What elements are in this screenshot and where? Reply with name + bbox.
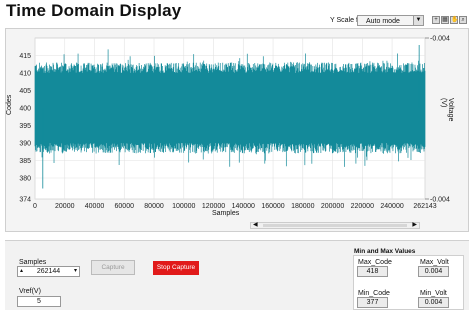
x-tick-label: 120000	[202, 203, 225, 210]
x-tick-label: 40000	[85, 203, 105, 210]
y-axis-label-left: Codes	[6, 94, 13, 115]
minmax-heading: Min and Max Values	[354, 248, 416, 255]
y-tick-label: 380	[19, 176, 31, 183]
waveform-chart[interactable]: 374 380 385 390 395 400 405 410 415 0 20000 40000 6…	[0, 0, 474, 232]
x-tick-label: 220000	[351, 203, 374, 210]
min-code-label: Min_Code	[358, 290, 390, 297]
y-tick-label: 395	[19, 123, 31, 130]
y-tick-label: 374	[19, 197, 31, 204]
y-tick-labels: 374 380 385 390 395 400 405 410 415	[19, 53, 31, 204]
y-tick-label: 410	[19, 71, 31, 78]
chart-scrollbar[interactable]: ◀ ▶	[250, 222, 420, 229]
min-code-value: 377	[357, 297, 388, 308]
right-tick-label: -0.004	[430, 36, 450, 43]
vref-label: Vref(V)	[19, 288, 41, 295]
x-tick-labels: 0 20000 40000 60000 80000 100000 120000 140000 1…	[33, 203, 437, 210]
signal-core	[35, 80, 425, 136]
chevron-down-icon[interactable]: ▾	[74, 267, 77, 276]
x-tick-label: 240000	[380, 203, 403, 210]
x-tick-label: 60000	[115, 203, 135, 210]
x-axis-label: Samples	[212, 210, 240, 217]
max-volt-label: Max_Volt	[420, 259, 449, 266]
x-tick-label: 20000	[55, 203, 75, 210]
min-volt-label: Min_Volt	[420, 290, 447, 297]
samples-select[interactable]: ▴ 262144 ▾	[17, 266, 80, 277]
scroll-left-icon[interactable]: ◀	[253, 222, 258, 228]
y-tick-label: 390	[19, 141, 31, 148]
x-tick-label: 200000	[321, 203, 344, 210]
y-tick-label: 400	[19, 106, 31, 113]
max-code-label: Max_Code	[358, 259, 392, 266]
right-tick-label: -0.004	[430, 197, 450, 204]
max-code-value: 418	[357, 266, 388, 277]
samples-label: Samples	[19, 259, 47, 266]
x-tick-label: 100000	[172, 203, 195, 210]
scroll-thumb[interactable]	[263, 224, 407, 227]
stop-capture-button[interactable]: Stop Capture	[153, 261, 199, 275]
x-tick-label: 80000	[144, 203, 164, 210]
min-volt-value: 0.004	[418, 297, 449, 308]
x-tick-label: 140000	[232, 203, 255, 210]
x-tick-label: 160000	[261, 203, 284, 210]
x-tick-label: 262143	[413, 203, 436, 210]
y-tick-label: 385	[19, 158, 31, 165]
max-volt-value: 0.004	[418, 266, 449, 277]
scroll-right-icon[interactable]: ▶	[412, 222, 417, 228]
y-tick-label: 405	[19, 88, 31, 95]
y-axis-label-right: Voltage (V)	[440, 98, 454, 122]
samples-value: 262144	[36, 268, 61, 275]
stepper-icon[interactable]: ▴	[20, 267, 23, 276]
y-tick-label: 415	[19, 53, 31, 60]
x-tick-label: 0	[33, 203, 37, 210]
capture-button[interactable]: Capture	[91, 260, 135, 275]
x-tick-label: 180000	[291, 203, 314, 210]
vref-input[interactable]: 5	[17, 296, 61, 307]
